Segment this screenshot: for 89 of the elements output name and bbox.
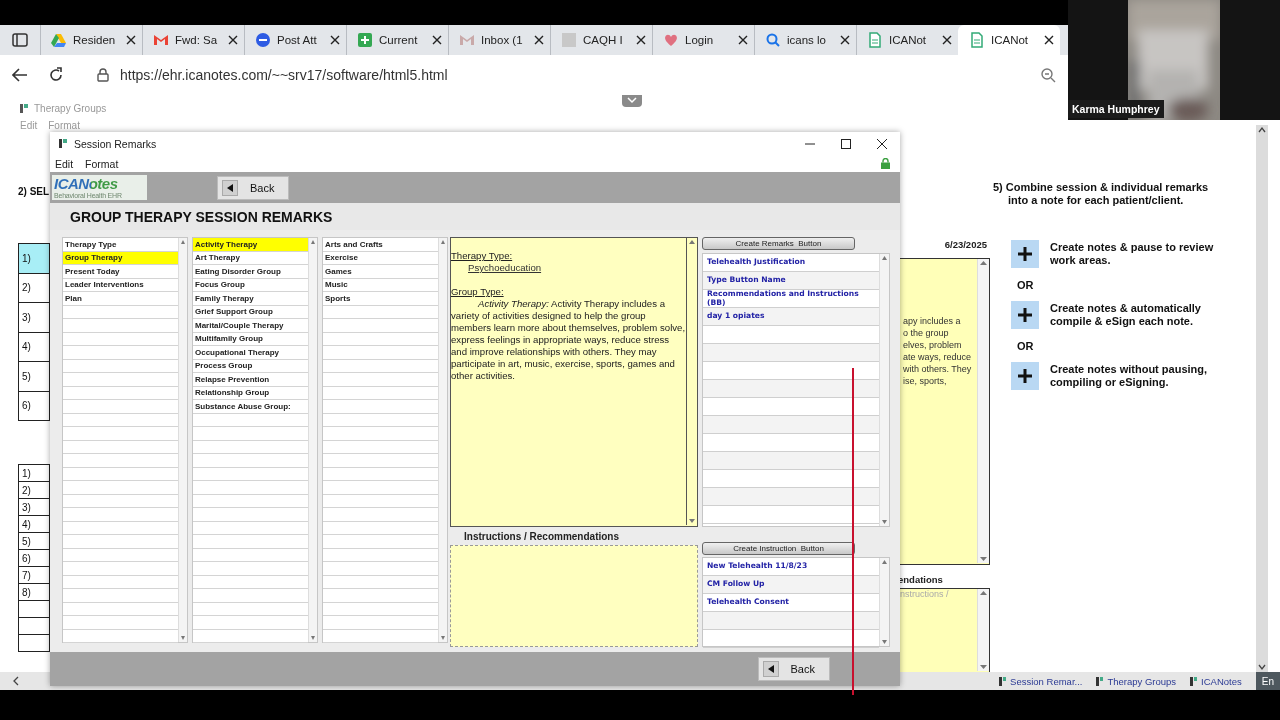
- mail-icon: [153, 32, 169, 48]
- date-label: 6/23/2025: [943, 239, 988, 251]
- lock-icon: [881, 158, 890, 169]
- action-label: Create notes & pause to review work areas.: [1050, 241, 1214, 267]
- caret-left-icon: [767, 665, 774, 673]
- app-icon: [20, 103, 28, 113]
- scroll-up-arrow[interactable]: [309, 238, 317, 246]
- document-icon: [867, 32, 883, 48]
- close-icon[interactable]: [636, 35, 646, 45]
- field-label: Instructions / Recommendations: [464, 530, 620, 542]
- window-title: Therapy Groups: [34, 102, 107, 114]
- scroll-down-arrow[interactable]: [439, 634, 447, 642]
- add-button[interactable]: [1011, 301, 1039, 329]
- close-icon[interactable]: [534, 35, 544, 45]
- window-icon[interactable]: [12, 33, 28, 47]
- create-button[interactable]: Create Instruction Button: [702, 542, 855, 555]
- scroll-down-arrow[interactable]: [179, 634, 187, 642]
- note-text: Therapy Type: Psychoeducation Group Type: Activity Therapy: Activity Therapy includes a variety of activities designed to help the group members learn more about themselves, problem solve, express feelings in appropriate ways, reduce stress and improve relationships with others. They may participate in art, music, exercise, sports, games and other activities.: [451, 249, 686, 383]
- close-icon[interactable]: [126, 35, 136, 45]
- window-title: Session Remarks: [74, 137, 157, 150]
- browser-tab[interactable]: ICANot: [958, 25, 1060, 55]
- mail-icon: [459, 32, 475, 48]
- circle-icon: [255, 32, 271, 48]
- site-info-icon[interactable]: [96, 68, 110, 82]
- scroll-up-arrow[interactable]: [880, 558, 889, 566]
- scroll-down-arrow[interactable]: [309, 634, 317, 642]
- row-number[interactable]: 4): [18, 331, 50, 361]
- row-number[interactable]: 3): [18, 302, 50, 332]
- scroll-down-arrow[interactable]: [687, 517, 697, 525]
- search-icon: [765, 32, 781, 48]
- app-icon: [999, 676, 1007, 686]
- page-heading: GROUP THERAPY SESSION REMARKS: [70, 208, 333, 225]
- maximize-icon: [841, 138, 851, 149]
- scroll-down-arrow[interactable]: [978, 663, 989, 671]
- or-label: OR: [1017, 339, 1034, 352]
- caret-left-icon: [227, 183, 233, 192]
- back-button[interactable]: Back: [217, 175, 290, 200]
- menu-item[interactable]: Edit: [55, 157, 74, 170]
- back-arrow-icon[interactable]: [12, 68, 28, 82]
- create-button[interactable]: Create Remarks Button: [702, 237, 855, 250]
- taskbar-item[interactable]: Session Remar...: [999, 675, 1083, 687]
- heart-icon: [663, 32, 679, 48]
- scroll-down-arrow[interactable]: [880, 638, 889, 646]
- app-icon: [1096, 676, 1104, 686]
- app-icon: [59, 139, 67, 148]
- scroll-up-arrow[interactable]: [978, 589, 989, 597]
- plus-icon: [1018, 369, 1032, 383]
- close-icon[interactable]: [942, 35, 952, 45]
- action-label: Create notes without pausing, compiling or eSigning.: [1050, 363, 1208, 389]
- close-icon: [877, 138, 887, 149]
- row-number[interactable]: 6): [18, 390, 50, 420]
- participant-name: Karma Humphrey: [1068, 100, 1164, 118]
- plus-icon: [1018, 247, 1032, 261]
- row-number[interactable]: 5): [18, 361, 50, 391]
- scroll-up-arrow[interactable]: [880, 254, 889, 262]
- reload-icon[interactable]: [48, 67, 64, 83]
- plus-icon: [1018, 308, 1032, 322]
- triangle-icon: [51, 32, 67, 48]
- back-button[interactable]: Back: [757, 657, 830, 681]
- taskbar-item[interactable]: Therapy Groups: [1096, 675, 1177, 687]
- app-icon: [1190, 676, 1198, 686]
- scroll-up-arrow[interactable]: [179, 238, 187, 246]
- row-number[interactable]: 2): [18, 272, 50, 302]
- document-icon: [969, 32, 985, 48]
- scroll-up-arrow[interactable]: [439, 238, 447, 246]
- add-button[interactable]: [1011, 240, 1039, 268]
- chevron-down-icon[interactable]: [622, 95, 642, 107]
- square-icon: [561, 32, 577, 48]
- instructions-field[interactable]: [450, 545, 698, 647]
- zoom-icon[interactable]: [1040, 67, 1056, 83]
- close-icon[interactable]: [738, 35, 748, 45]
- add-button[interactable]: [1011, 362, 1039, 390]
- close-icon[interactable]: [840, 35, 850, 45]
- close-icon[interactable]: [228, 35, 238, 45]
- taskbar-item[interactable]: ICANotes: [1190, 675, 1242, 687]
- close-icon[interactable]: [1044, 35, 1054, 45]
- menu-item[interactable]: Format: [85, 157, 119, 170]
- plus-icon: [357, 32, 373, 48]
- list-item[interactable]: Activity Therapy: [193, 238, 308, 252]
- scroll-down-arrow[interactable]: [880, 518, 889, 526]
- row-number[interactable]: 1): [18, 243, 50, 273]
- section-heading: 2) SEL: [18, 186, 50, 199]
- scroll-up-arrow[interactable]: [687, 238, 697, 246]
- language-indicator[interactable]: En: [1255, 672, 1280, 690]
- step-heading: 5) Combine session & individual remarks into a note for each patient/client.: [993, 181, 1210, 207]
- action-label: Create notes & automatically compile & eSign each note.: [1050, 302, 1201, 328]
- close-icon[interactable]: [330, 35, 340, 45]
- or-label: OR: [1017, 278, 1034, 291]
- close-icon[interactable]: [432, 35, 442, 45]
